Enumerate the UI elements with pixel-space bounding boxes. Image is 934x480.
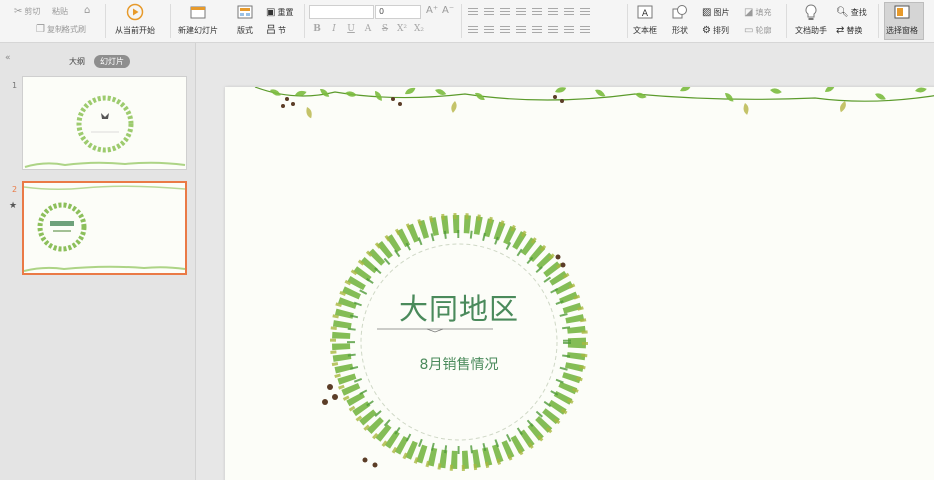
format-painter-button[interactable]: 格式刷 <box>62 24 86 35</box>
select-pane-button[interactable]: 选择窗格 <box>886 3 918 36</box>
picture-icon: ▨ <box>702 6 712 18</box>
justify-icon[interactable] <box>516 26 526 35</box>
reset-button[interactable]: ▣ 重置 <box>266 7 293 18</box>
thumbnail-wreath-graphic <box>24 95 186 168</box>
current-slide[interactable]: 大同地区 8月销售情况 <box>225 87 934 480</box>
slide-panel: « 大纲 幻灯片 1 2 ★ <box>0 43 196 480</box>
align-buttons <box>468 26 590 35</box>
replace-button[interactable]: ⇄ 替换 <box>836 25 862 36</box>
slide-thumbnail-1[interactable] <box>22 76 187 170</box>
layout-button[interactable]: 版式 <box>235 3 255 36</box>
slide-subtitle[interactable]: 8月销售情况 <box>399 354 519 374</box>
divider <box>170 4 171 38</box>
line-spacing-icon[interactable] <box>532 8 542 17</box>
divider <box>105 4 106 38</box>
editing-canvas: 大同地区 8月销售情况 <box>197 43 934 480</box>
outline-icon: ▭ <box>744 24 754 36</box>
tab-outline[interactable]: 大纲 <box>63 55 91 68</box>
outline-button[interactable]: ▭ 轮廓 <box>744 25 771 36</box>
increase-indent-icon[interactable] <box>516 8 526 17</box>
align-left-icon[interactable] <box>468 26 478 35</box>
list-buttons <box>468 8 590 17</box>
section-button[interactable]: 吕节 <box>266 25 286 36</box>
thumbnail-wreath-graphic <box>23 185 186 272</box>
font-name-field[interactable] <box>309 5 374 19</box>
paste-icon[interactable]: ⌂ <box>84 6 90 16</box>
ribbon-toolbar: ✂ 剪切 ❐ 复制 格式刷 粘贴 ⌂ 从当前开始 新建幻灯片 版式 ▣ 重置 吕节 0… <box>0 0 934 43</box>
underline-button[interactable]: U <box>346 24 356 34</box>
text-box-icon: A <box>635 3 655 21</box>
subscript-button[interactable]: X₂ <box>414 24 424 34</box>
italic-button[interactable]: I <box>329 24 339 34</box>
superscript-button[interactable]: X² <box>397 24 407 34</box>
align-middle-icon[interactable] <box>564 26 574 35</box>
replace-icon: ⇄ <box>836 24 845 36</box>
text-box-button[interactable]: A 文本框 <box>633 3 657 36</box>
shrink-font-button[interactable]: A⁻ <box>442 6 454 16</box>
align-right-icon[interactable] <box>500 26 510 35</box>
reset-icon: ▣ <box>266 6 276 18</box>
font-color-button[interactable]: A <box>363 24 373 34</box>
grow-font-button[interactable]: A⁺ <box>426 6 438 16</box>
text-direction-icon[interactable] <box>548 8 558 17</box>
decrease-indent-icon[interactable] <box>500 8 510 17</box>
copy-button[interactable]: ❐ 复制 <box>36 24 63 35</box>
clear-format-icon[interactable] <box>580 8 590 17</box>
strikethrough-button[interactable]: S <box>380 24 390 34</box>
search-icon: 🔍︎ <box>836 6 849 18</box>
numbered-list-icon[interactable] <box>484 8 494 17</box>
divider <box>786 4 787 38</box>
shapes-button[interactable]: 形状 <box>670 3 690 36</box>
text-format-row: B I U A S X² X₂ <box>312 24 424 34</box>
play-icon <box>125 3 145 21</box>
paste-button[interactable]: 粘贴 <box>52 6 68 17</box>
cut-button[interactable]: ✂ 剪切 <box>14 6 40 17</box>
fill-icon: ◪ <box>744 6 754 18</box>
align-center-icon[interactable] <box>484 26 494 35</box>
slide-number: 2 <box>12 185 18 194</box>
font-size-field[interactable]: 0 <box>375 5 421 19</box>
arrange-button[interactable]: ⚙ 排列 <box>702 25 729 36</box>
layout-icon <box>235 3 255 21</box>
new-slide-button[interactable]: 新建幻灯片 <box>178 3 218 36</box>
lightbulb-icon <box>801 3 821 21</box>
bold-button[interactable]: B <box>312 24 322 34</box>
align-top-icon[interactable] <box>548 26 558 35</box>
leaf-decoration <box>254 87 934 471</box>
shapes-icon <box>670 3 690 21</box>
tab-slides[interactable]: 幻灯片 <box>94 55 130 68</box>
slide-title[interactable]: 大同地区 <box>399 286 519 328</box>
align-bottom-icon[interactable] <box>580 26 590 35</box>
select-pane-icon <box>892 3 912 21</box>
slide-number: 1 <box>12 81 18 90</box>
picture-button[interactable]: ▨ 图片 <box>702 7 729 18</box>
divider <box>461 4 462 38</box>
divider <box>627 4 628 38</box>
scissors-icon: ✂ <box>14 5 23 17</box>
divider <box>878 4 879 38</box>
fill-button[interactable]: ◪ 填充 <box>744 7 771 18</box>
collapse-panel-icon[interactable]: « <box>5 53 11 63</box>
arrange-icon: ⚙ <box>702 24 711 36</box>
svg-text:A: A <box>642 9 649 19</box>
slide-thumbnail-2[interactable] <box>22 181 187 275</box>
doc-assistant-button[interactable]: 文档助手 <box>795 3 827 36</box>
find-button[interactable]: 🔍︎ 查找 <box>836 7 867 18</box>
star-icon: ★ <box>9 201 18 211</box>
section-icon: 吕 <box>266 24 276 36</box>
play-from-current-button[interactable]: 从当前开始 <box>115 3 155 36</box>
distribute-icon[interactable] <box>532 26 542 35</box>
new-slide-icon <box>188 3 208 21</box>
divider <box>304 4 305 38</box>
bullet-list-icon[interactable] <box>468 8 478 17</box>
copy-icon: ❐ <box>36 23 45 35</box>
columns-icon[interactable] <box>564 8 574 17</box>
